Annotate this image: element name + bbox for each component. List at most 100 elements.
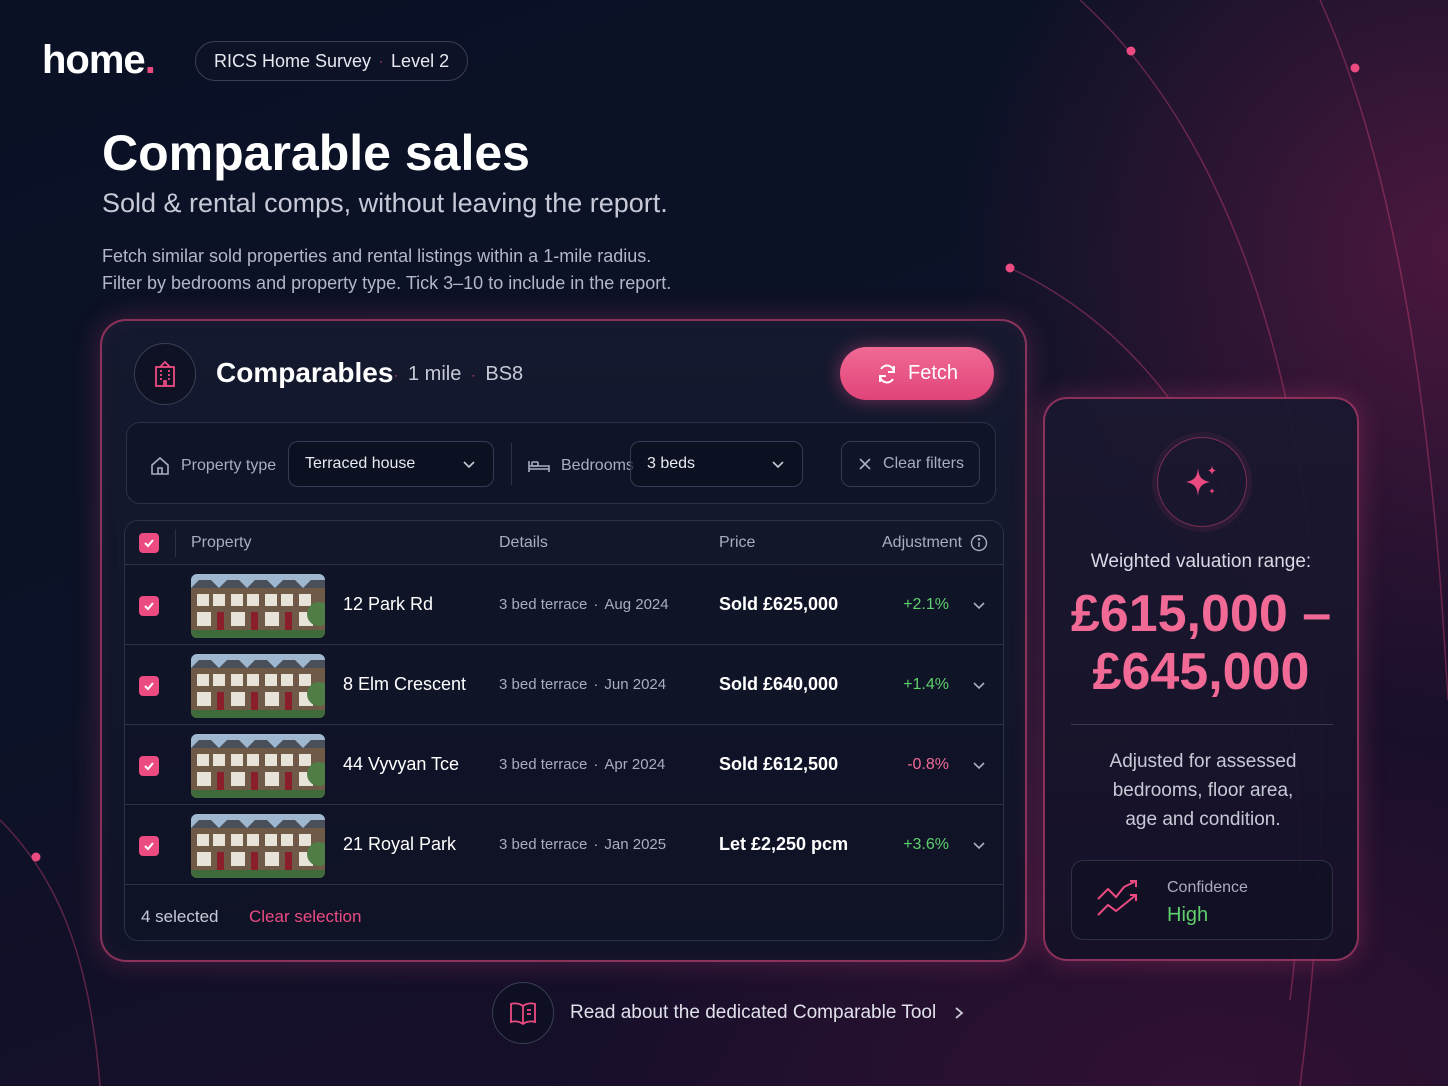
read-link-text: Read about the dedicated Comparable Tool (570, 1002, 937, 1023)
valuation-range-low: £615,000 – (1070, 585, 1332, 643)
note-line: age and condition. (1125, 809, 1281, 830)
survey-level-pill: RICS Home Survey · Level 2 (195, 41, 469, 81)
column-header-details[interactable]: Details (499, 534, 548, 552)
table-row[interactable]: 12 Park Rd 3 bed terrace · Aug 2024 Sold £62… (125, 565, 1003, 645)
column-header-price[interactable]: Price (719, 534, 755, 552)
sparkle-icon (1157, 437, 1247, 527)
details-separator: · (593, 596, 599, 613)
bedrooms-filter-label: Bedrooms (527, 455, 634, 477)
select-all-checkbox[interactable] (139, 533, 159, 553)
table-row[interactable]: 44 Vyvyan Tce 3 bed terrace · Apr 2024 Sold … (125, 725, 1003, 805)
logo-text: home (42, 38, 146, 82)
refresh-icon (878, 364, 895, 383)
property-type-filter-label: Property type (149, 455, 276, 477)
property-thumbnail[interactable] (191, 734, 325, 798)
property-address[interactable]: 21 Royal Park (343, 834, 456, 855)
chevron-down-icon[interactable] (971, 677, 987, 693)
filter-label-text: Bedrooms (561, 457, 634, 474)
valuation-divider (1071, 724, 1333, 725)
confidence-box: Confidence High (1071, 860, 1333, 940)
glow-dot (1005, 263, 1015, 273)
property-address[interactable]: 8 Elm Crescent (343, 674, 466, 695)
check-icon (144, 842, 154, 851)
chevron-down-icon[interactable] (971, 597, 987, 613)
clear-filters-label: Clear filters (883, 455, 964, 472)
row-checkbox[interactable] (139, 756, 159, 776)
pill-separator: · (379, 54, 384, 68)
property-type: 3 bed terrace (499, 756, 588, 773)
page-title: Comparable sales (102, 125, 530, 181)
postcode: BS8 (485, 363, 524, 385)
card-meta: · 1 mile · BS8 (394, 363, 523, 386)
sale-date: Aug 2024 (604, 596, 669, 613)
check-icon (144, 762, 154, 771)
column-header-adjustment[interactable]: Adjustment (882, 534, 962, 552)
property-thumbnail[interactable] (191, 654, 325, 718)
selected-count: 4 selected (141, 907, 219, 926)
clear-filters-button[interactable]: Clear filters (841, 441, 980, 487)
column-header-property[interactable]: Property (191, 534, 251, 552)
chevron-down-icon[interactable] (971, 837, 987, 853)
property-details: 3 bed terrace · Jun 2024 (499, 676, 666, 693)
valuation-card: Weighted valuation range: £615,000 – £64… (1043, 397, 1359, 961)
property-price: Sold £640,000 (719, 674, 839, 694)
check-icon (144, 682, 154, 691)
trend-up-icon (1097, 880, 1137, 916)
details-separator: · (593, 756, 599, 773)
filter-divider (511, 443, 512, 485)
close-icon (859, 458, 871, 470)
property-address[interactable]: 44 Vyvyan Tce (343, 754, 459, 775)
row-checkbox[interactable] (139, 676, 159, 696)
bedrooms-select[interactable]: 3 beds (630, 441, 803, 487)
property-details: 3 bed terrace · Aug 2024 (499, 596, 669, 613)
sale-date: Jun 2024 (604, 676, 667, 693)
table-header: Property Details Price Adjustment (125, 521, 1003, 565)
fetch-button[interactable]: Fetch (840, 347, 994, 400)
comparables-table: Property Details Price Adjustment 12 Par… (124, 520, 1004, 941)
comparables-card: Comparables · 1 mile · BS8 Fetch Propert… (100, 319, 1027, 962)
confidence-value: High (1167, 904, 1209, 926)
row-checkbox[interactable] (139, 836, 159, 856)
chevron-down-icon (772, 461, 784, 469)
chevron-down-icon (463, 461, 475, 469)
property-details: 3 bed terrace · Jan 2025 (499, 836, 666, 853)
building-icon (134, 343, 196, 405)
property-type: 3 bed terrace (499, 836, 588, 853)
info-icon[interactable] (970, 534, 988, 552)
property-price: Sold £625,000 (719, 594, 839, 614)
select-value: Terraced house (305, 455, 416, 472)
glow-dot (31, 852, 41, 862)
property-address[interactable]: 12 Park Rd (343, 594, 433, 615)
adjustment-value: +3.6% (903, 836, 949, 853)
details-separator: · (593, 836, 599, 853)
property-price: Sold £612,500 (719, 754, 839, 774)
row-checkbox[interactable] (139, 596, 159, 616)
property-type-select[interactable]: Terraced house (288, 441, 494, 487)
table-row[interactable]: 8 Elm Crescent 3 bed terrace · Jun 2024 Sold… (125, 645, 1003, 725)
clear-selection-link[interactable]: Clear selection (249, 907, 361, 927)
logo-dot: . (144, 38, 156, 82)
header-divider (175, 529, 176, 557)
property-thumbnail[interactable] (191, 814, 325, 878)
confidence-label: Confidence (1167, 879, 1248, 896)
property-type: 3 bed terrace (499, 676, 588, 693)
sale-date: Apr 2024 (604, 756, 666, 773)
bed-icon (528, 461, 550, 472)
description-line: Fetch similar sold properties and rental… (102, 246, 652, 266)
page-subtitle: Sold & rental comps, without leaving the… (102, 188, 668, 218)
chevron-down-icon[interactable] (971, 757, 987, 773)
survey-name: RICS Home Survey (214, 50, 372, 71)
read-comparable-tool-link[interactable]: Read about the dedicated Comparable Tool (492, 982, 966, 1044)
filter-label-text: Property type (181, 457, 277, 474)
note-line: bedrooms, floor area, (1112, 780, 1294, 801)
details-separator: · (593, 676, 599, 693)
home-logo[interactable]: home. (42, 38, 156, 83)
property-thumbnail[interactable] (191, 574, 325, 638)
check-icon (144, 539, 154, 548)
home-icon (151, 456, 169, 475)
search-radius: 1 mile (408, 363, 462, 385)
chevron-right-icon (955, 1007, 964, 1019)
filter-bar: Property type Terraced house Bedrooms 3 … (126, 422, 996, 504)
table-row[interactable]: 21 Royal Park 3 bed terrace · Jan 2025 Let £… (125, 805, 1003, 885)
note-line: Adjusted for assessed (1109, 751, 1297, 772)
